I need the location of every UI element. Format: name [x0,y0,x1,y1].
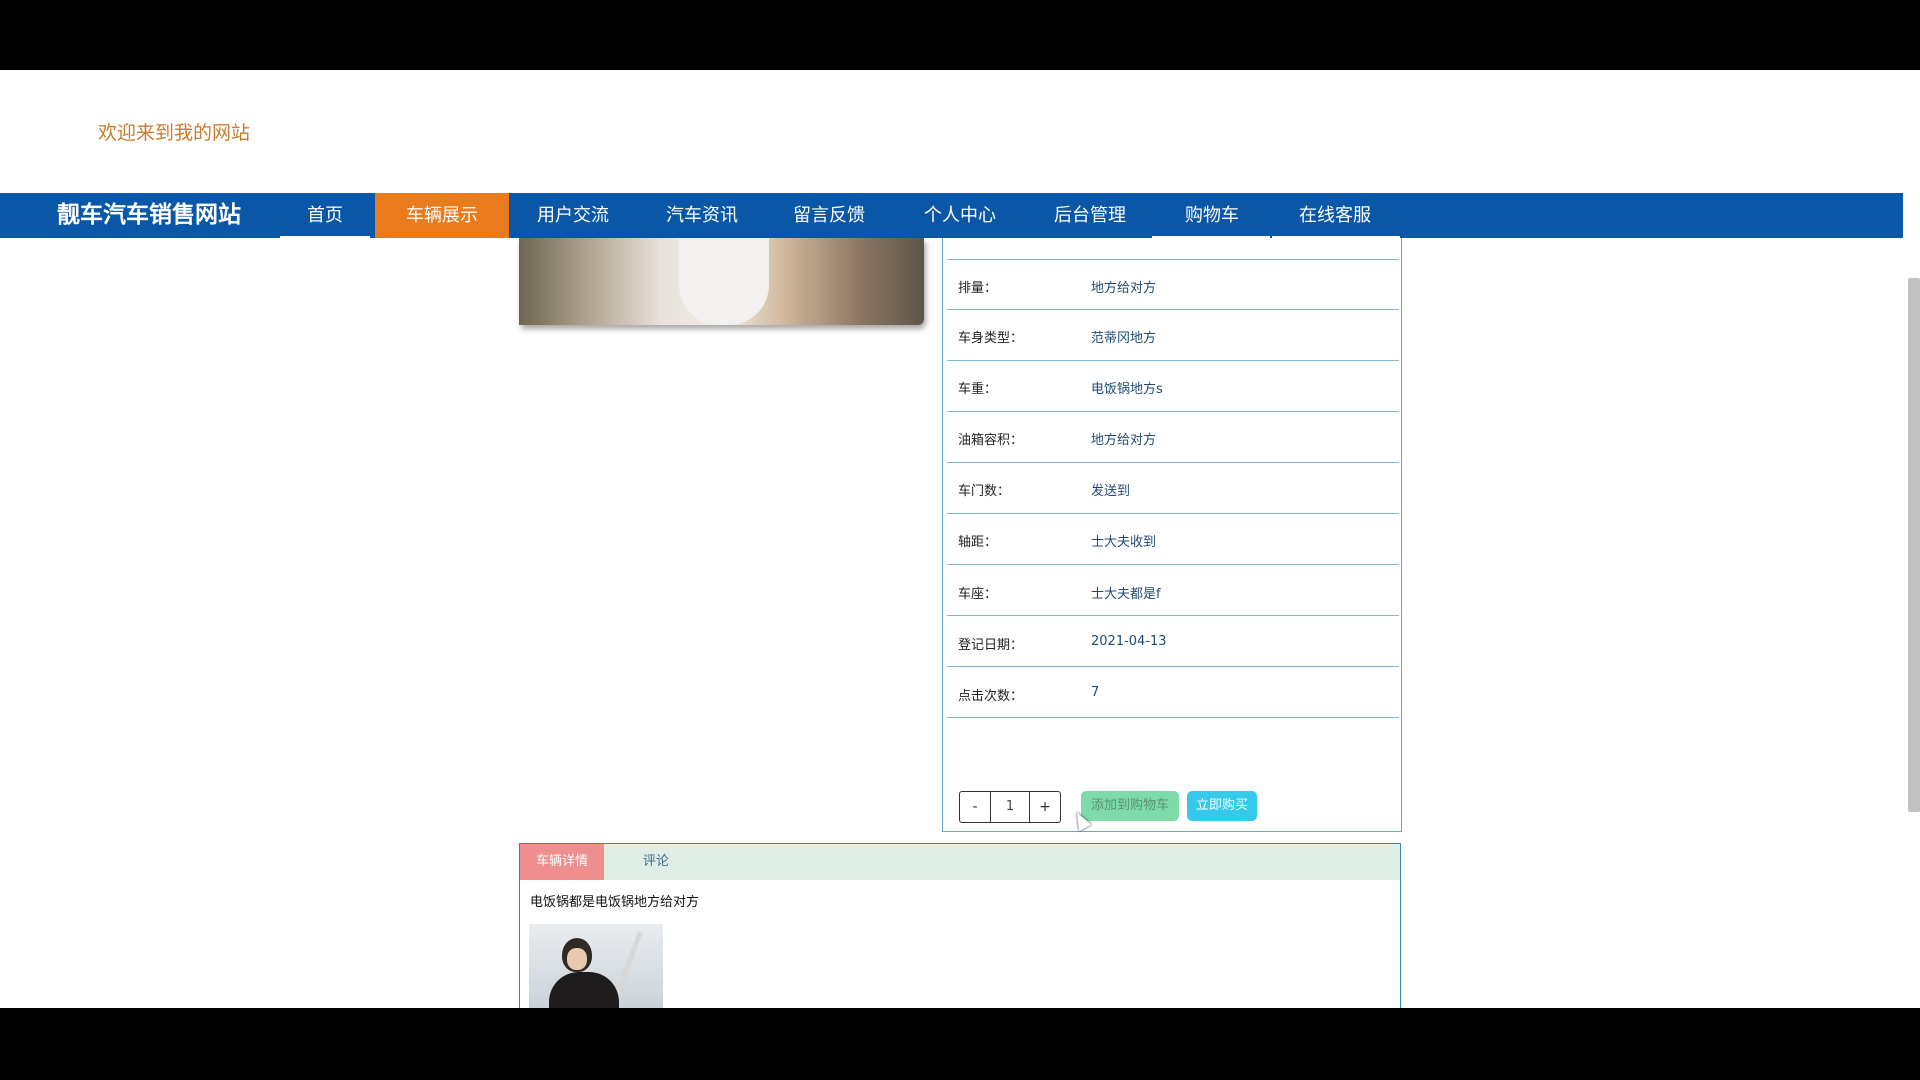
info-value: 士大夫收到 [1091,535,1157,550]
quantity-input[interactable]: 1 [990,792,1030,822]
info-label: 排量： [958,281,998,296]
nav-cart[interactable]: 购物车 [1152,193,1272,238]
vehicle-detail-image [529,924,663,1008]
detail-tabs: 车辆详情 评论 [520,844,1400,880]
quantity-plus-button[interactable]: + [1030,792,1060,822]
info-label: 轴距： [958,535,998,550]
info-value: 范蒂冈地方 [1091,331,1157,346]
quantity-stepper[interactable]: - 1 + [959,791,1061,823]
welcome-text: 欢迎来到我的网站 [98,122,251,144]
info-label: 车门数： [958,484,1011,499]
info-row-click-count: 点击次数： 7 [947,667,1399,718]
nav-admin[interactable]: 后台管理 [1030,193,1150,238]
scrollbar-thumb[interactable] [1908,278,1920,812]
info-label: 登记日期： [958,638,1024,653]
buy-now-button[interactable]: 立即购买 [1187,791,1257,821]
info-row-displacement: 排量： 地方给对方 [947,259,1399,310]
info-label: 点击次数： [958,689,1024,704]
info-row-body-type: 车身类型： 范蒂冈地方 [947,310,1399,361]
info-row-seats: 车座： 士大夫都是f [947,565,1399,616]
site-brand[interactable]: 靓车汽车销售网站 [57,193,241,238]
nav-user-center[interactable]: 个人中心 [894,193,1026,238]
info-row-partial [947,238,1399,260]
info-value: 地方给对方 [1091,433,1157,448]
info-row-register-date: 登记日期： 2021-04-13 [947,616,1399,667]
tab-comments[interactable]: 评论 [614,844,698,880]
add-to-cart-button[interactable]: 添加到购物车 [1081,791,1179,821]
vehicle-info-panel: 排量： 地方给对方 车身类型： 范蒂冈地方 车重： 电饭锅地方s 油箱容积： 地… [942,238,1402,832]
info-value: 士大夫都是f [1091,587,1161,602]
main-navbar: 靓车汽车销售网站 首页 车辆展示 用户交流 汽车资讯 留言反馈 个人中心 后台管… [0,193,1920,238]
info-row-doors: 车门数： 发送到 [947,463,1399,514]
info-label: 油箱容积： [958,433,1024,448]
info-value: 地方给对方 [1091,281,1157,296]
info-row-weight: 车重： 电饭锅地方s [947,361,1399,412]
nav-vehicles[interactable]: 车辆展示 [375,193,509,238]
tab-vehicle-details[interactable]: 车辆详情 [520,844,604,880]
vehicle-main-image [519,238,924,325]
nav-home[interactable]: 首页 [280,193,370,238]
browser-viewport: 欢迎来到我的网站 靓车汽车销售网站 首页 车辆展示 用户交流 汽车资讯 留言反馈… [0,70,1920,1008]
info-value: 7 [1091,685,1100,700]
info-label: 车身类型： [958,331,1024,346]
info-row-wheelbase: 轴距： 士大夫收到 [947,514,1399,565]
info-value: 发送到 [1091,484,1131,499]
info-label: 车座： [958,587,998,602]
vehicle-detail-panel: 车辆详情 评论 电饭锅都是电饭锅地方给对方 [519,843,1401,1008]
nav-feedback[interactable]: 留言反馈 [768,193,890,238]
vehicle-description: 电饭锅都是电饭锅地方给对方 [530,895,700,910]
info-value: 2021-04-13 [1091,634,1167,649]
image-figure-face [567,948,587,970]
vehicle-image-detail [679,238,769,325]
nav-home-underline [280,236,370,238]
page-scrollbar[interactable] [1903,70,1920,1008]
info-label: 车重： [958,382,998,397]
info-row-tank-volume: 油箱容积： 地方给对方 [947,412,1399,463]
nav-online-service[interactable]: 在线客服 [1272,193,1398,238]
nav-car-news[interactable]: 汽车资讯 [640,193,764,238]
nav-user-forum[interactable]: 用户交流 [510,193,636,238]
quantity-minus-button[interactable]: - [960,792,990,822]
info-value: 电饭锅地方s [1091,382,1163,397]
image-figure-body [549,972,619,1008]
